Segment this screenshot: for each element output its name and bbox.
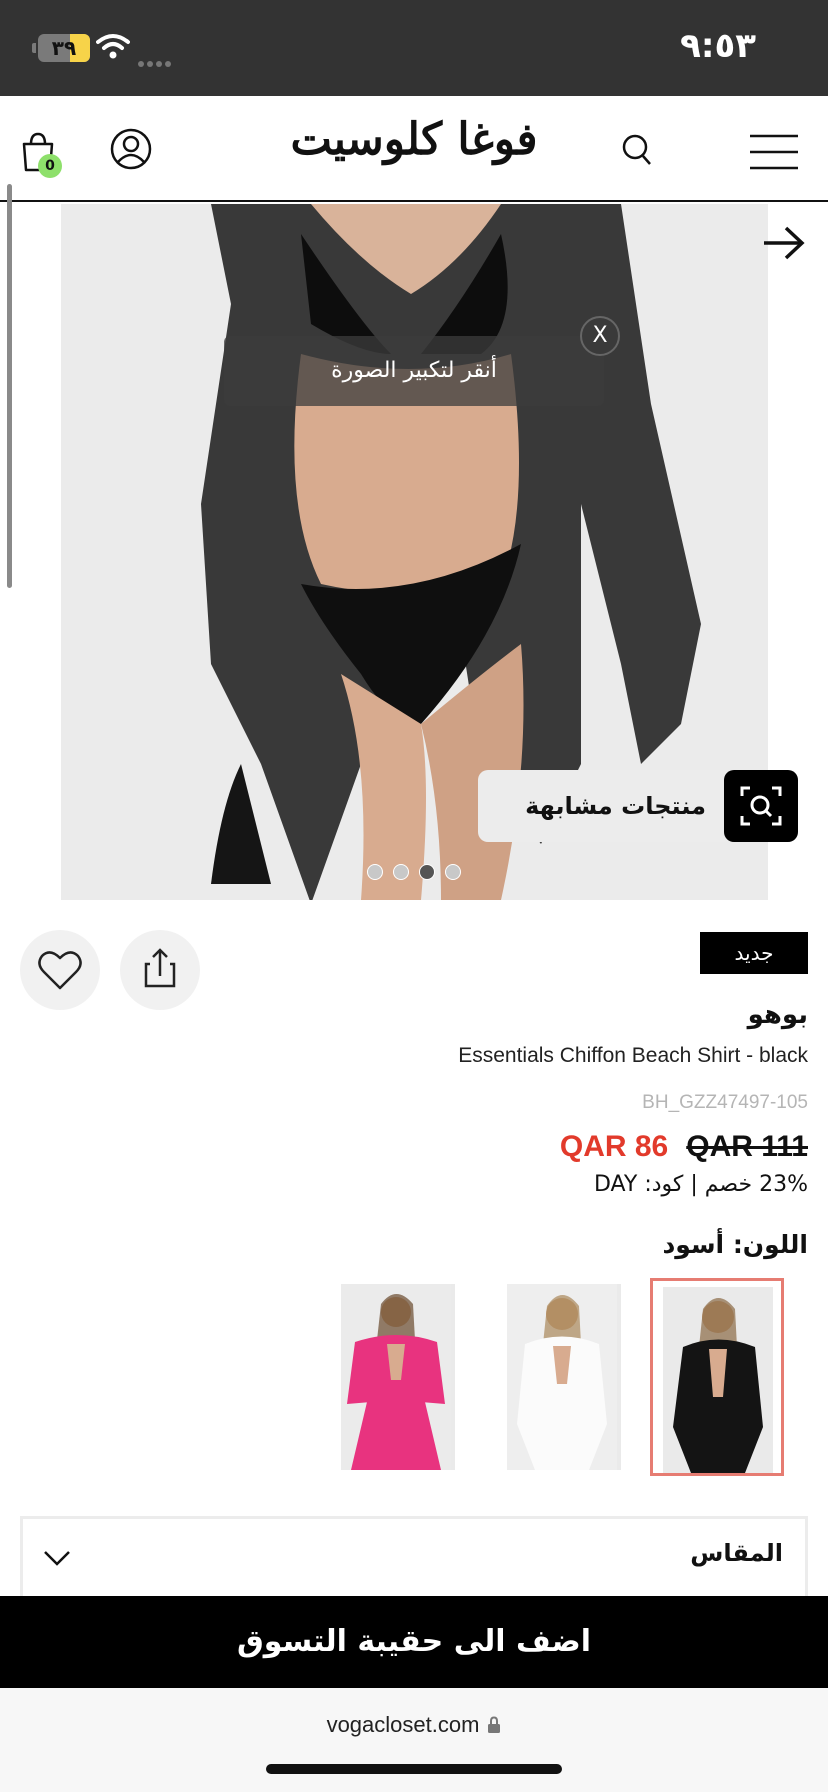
- product-title: Essentials Chiffon Beach Shirt - black: [458, 1044, 808, 1067]
- color-swatch-black[interactable]: [650, 1278, 784, 1476]
- status-bar: ٣٩ ٩:٥٣: [0, 0, 828, 96]
- battery-icon: ٣٩: [38, 34, 90, 62]
- sale-price: QAR 86: [559, 1130, 669, 1163]
- browser-url-bar[interactable]: vogacloset.com: [0, 1688, 828, 1792]
- heart-icon: [38, 951, 82, 990]
- signal-icon: [138, 52, 174, 71]
- close-hint-button[interactable]: X: [580, 316, 620, 356]
- visual-search-icon: [724, 770, 798, 842]
- zoom-hint-tooltip: أنقر لتكبير الصورة: [224, 336, 604, 406]
- pagination-dot[interactable]: [445, 864, 461, 880]
- pagination-dot[interactable]: [367, 864, 383, 880]
- price-row: QAR 86 QAR 111: [560, 1130, 808, 1164]
- battery-level: ٣٩: [51, 36, 77, 60]
- share-button[interactable]: [120, 930, 200, 1010]
- site-logo[interactable]: فوغا كلوسيت: [0, 114, 828, 165]
- url-display[interactable]: vogacloset.com: [0, 1712, 828, 1738]
- brand-name[interactable]: بوهو: [748, 1000, 808, 1030]
- status-time: ٩:٥٣: [680, 26, 756, 66]
- home-indicator[interactable]: [266, 1764, 562, 1774]
- original-price: QAR 111: [686, 1130, 808, 1163]
- url-text: vogacloset.com: [326, 1712, 480, 1737]
- color-swatch-pink[interactable]: [331, 1278, 465, 1476]
- swatch-image: [341, 1284, 455, 1470]
- product-sku: BH_GZZ47497-105: [642, 1092, 808, 1113]
- similar-products-label: منتجات مشابهة: [525, 792, 706, 820]
- new-badge: جديد: [700, 932, 808, 974]
- wishlist-button[interactable]: [20, 930, 100, 1010]
- share-icon: [144, 948, 176, 988]
- lock-icon: [488, 1716, 501, 1733]
- wifi-icon: [96, 34, 130, 59]
- size-accordion[interactable]: المقاس: [20, 1516, 808, 1596]
- similar-products-button[interactable]: منتجات مشابهة: [478, 770, 798, 842]
- color-swatch-white[interactable]: [497, 1278, 631, 1476]
- scroll-indicator[interactable]: [7, 184, 12, 588]
- next-image-arrow-icon[interactable]: [762, 226, 806, 260]
- add-to-bag-button[interactable]: اضف الى حقيبة التسوق: [0, 1596, 828, 1688]
- swatch-image: [507, 1284, 621, 1470]
- chevron-down-icon: [44, 1551, 70, 1566]
- battery-nub: [32, 43, 36, 53]
- pagination-dot[interactable]: [393, 864, 409, 880]
- image-pagination-dots: [0, 864, 828, 884]
- header: 0 فوغا كلوسيت: [0, 96, 828, 202]
- promo-code-text: 23% خصم | كود: DAY: [593, 1172, 808, 1197]
- hamburger-menu-icon[interactable]: [750, 134, 798, 170]
- search-icon[interactable]: [622, 134, 652, 166]
- color-label: اللون: أسود: [662, 1230, 808, 1259]
- swatch-image: [663, 1287, 773, 1473]
- pagination-dot[interactable]: [419, 864, 435, 880]
- size-label: المقاس: [690, 1539, 783, 1567]
